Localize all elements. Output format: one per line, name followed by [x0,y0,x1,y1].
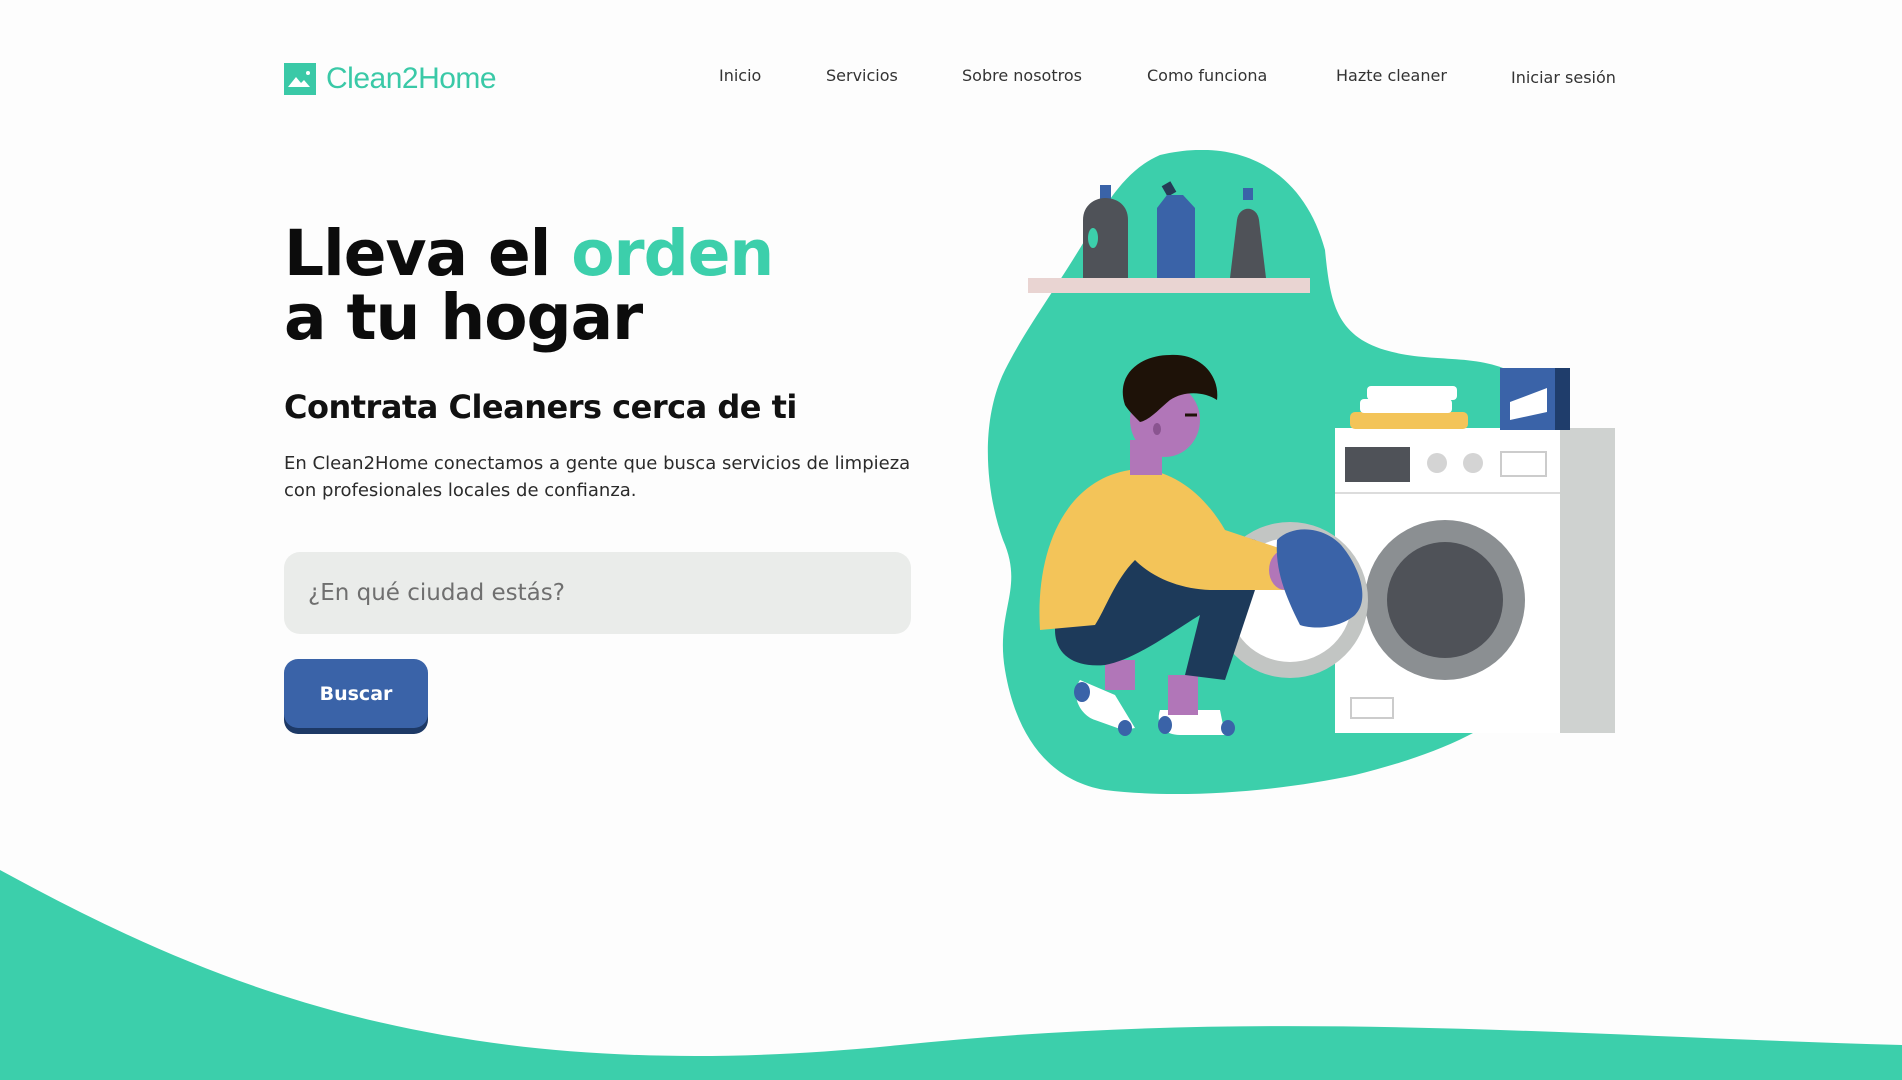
towels-icon [1350,386,1468,429]
nav-item-inicio[interactable]: Inicio [719,66,761,85]
nav-item-como-funciona[interactable]: Como funciona [1147,66,1267,85]
search-button[interactable]: Buscar [284,659,428,728]
hero-title-part1: Lleva el [284,217,572,290]
washing-machine-icon [1335,428,1615,733]
nav-item-iniciar-sesion[interactable]: Iniciar sesión [1511,68,1616,87]
hero-title-part2: a tu hogar [284,281,643,354]
nav-item-sobre-nosotros[interactable]: Sobre nosotros [962,66,1082,85]
hero-title-accent: orden [571,217,774,290]
hero-title: Lleva el orden a tu hogar [284,222,774,350]
bottom-wave [0,870,1902,1080]
detergent-box-icon [1500,368,1570,430]
shelf [1028,278,1310,293]
hero-description: En Clean2Home conectamos a gente que bus… [284,453,911,501]
city-search-input[interactable] [284,552,911,634]
nav-item-servicios[interactable]: Servicios [826,66,898,85]
person-laundry-illustration [987,150,1615,794]
hero-subtitle: Contrata Cleaners cerca de ti [284,388,797,426]
nav-item-hazte-cleaner[interactable]: Hazte cleaner [1336,66,1447,85]
main-nav: Inicio Servicios Sobre nosotros Como fun… [0,66,1902,92]
